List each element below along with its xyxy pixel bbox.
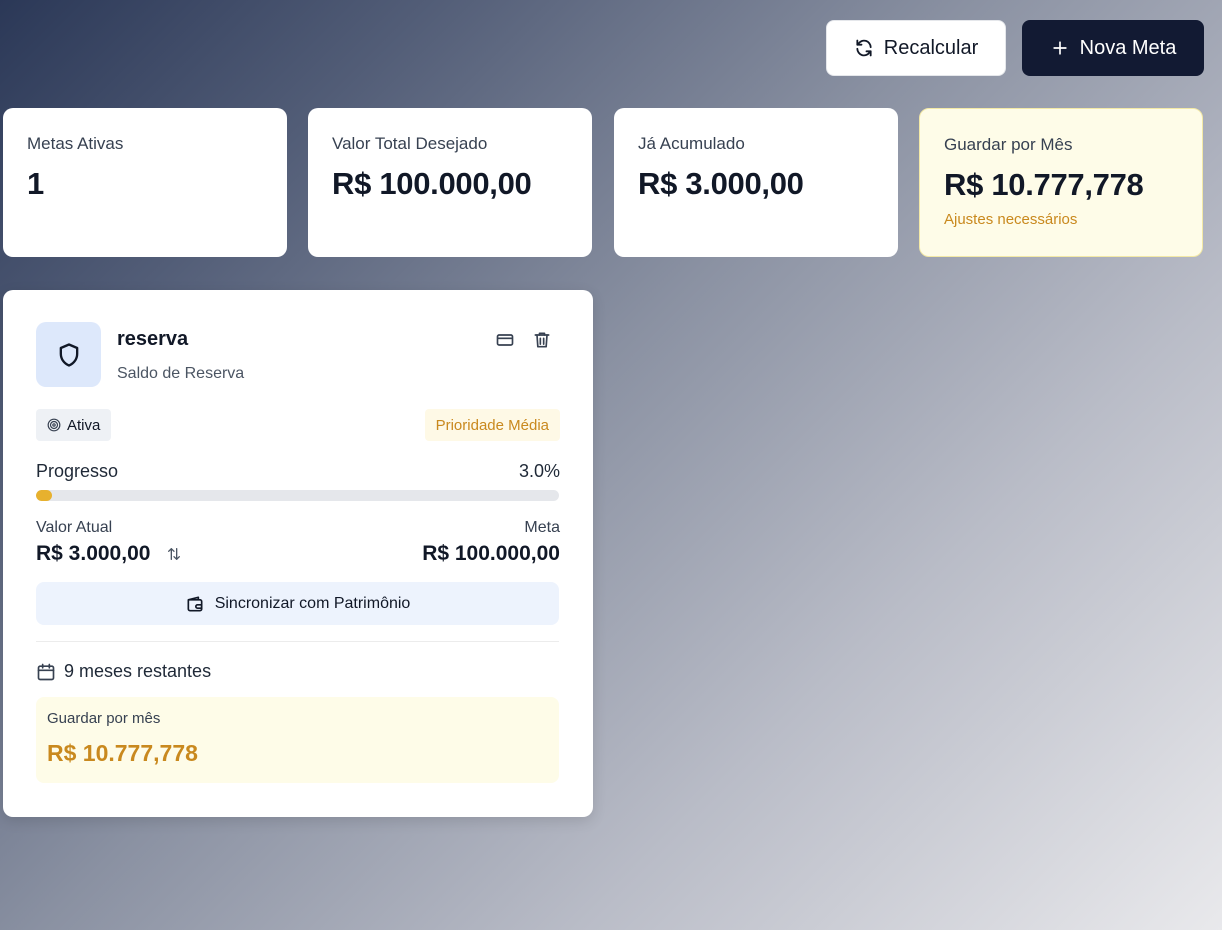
recalculate-label: Recalcular xyxy=(883,36,979,59)
remaining-time: 9 meses restantes xyxy=(36,661,211,682)
goal-type: Saldo de Reserva xyxy=(117,365,245,382)
trash-icon xyxy=(534,332,550,348)
monthly-save-value: R$ 10.777,778 xyxy=(47,740,198,766)
card-action-button[interactable] xyxy=(493,328,517,352)
stat-card-total-desired: Valor Total Desejado R$ 100.000,00 xyxy=(308,108,592,257)
remaining-text: 9 meses restantes xyxy=(64,661,212,681)
recalculate-button[interactable]: Recalcular xyxy=(826,20,1006,76)
current-value-text: R$ 3.000,00 xyxy=(36,542,151,565)
wallet-icon xyxy=(187,596,203,611)
arrows-up-down-icon[interactable] xyxy=(166,546,182,562)
new-goal-button[interactable]: Nova Meta xyxy=(1022,20,1204,76)
stat-value: R$ 10.777,778 xyxy=(944,167,1144,202)
status-badge: Ativa xyxy=(36,409,112,441)
new-goal-label: Nova Meta xyxy=(1079,36,1177,59)
target-icon xyxy=(47,418,61,432)
progress-percent: 3.0% xyxy=(518,461,560,481)
plus-icon xyxy=(1052,41,1067,55)
adjustment-note: Ajustes necessários xyxy=(944,211,1078,228)
credit-card-icon xyxy=(496,334,514,346)
sync-label: Sincronizar com Patrimônio xyxy=(214,594,411,612)
stat-card-accumulated: Já Acumulado R$ 3.000,00 xyxy=(614,108,898,257)
stat-card-monthly-save: Guardar por Mês R$ 10.777,778 Ajustes ne… xyxy=(919,108,1203,257)
progress-label: Progresso xyxy=(36,461,119,481)
sync-patrimony-button[interactable]: Sincronizar com Patrimônio xyxy=(36,582,559,625)
stat-label: Metas Ativas xyxy=(27,134,124,153)
stat-label: Valor Total Desejado xyxy=(332,134,488,153)
progress-fill xyxy=(36,490,52,501)
stat-value: R$ 3.000,00 xyxy=(638,166,804,201)
goal-card: reserva Saldo de Reserva Ativa Prioridad… xyxy=(3,290,593,817)
delete-goal-button[interactable] xyxy=(530,328,554,352)
stat-value: 1 xyxy=(27,166,44,201)
monthly-save-label: Guardar por mês xyxy=(47,710,161,727)
stat-value: R$ 100.000,00 xyxy=(332,166,532,201)
shield-icon xyxy=(59,342,78,367)
status-label: Ativa xyxy=(67,416,101,434)
monthly-save-box: Guardar por mês R$ 10.777,778 xyxy=(36,697,559,783)
current-value-label: Valor Atual xyxy=(36,519,113,536)
target-value: R$ 100.000,00 xyxy=(422,542,560,565)
progress-bar xyxy=(36,490,559,501)
stat-label: Guardar por Mês xyxy=(944,135,1073,154)
current-value: R$ 3.000,00 xyxy=(36,542,182,566)
divider xyxy=(36,641,559,642)
priority-badge: Prioridade Média xyxy=(424,409,560,441)
calendar-icon xyxy=(37,663,55,680)
goal-name: reserva xyxy=(117,328,189,350)
refresh-icon xyxy=(856,39,872,57)
goal-icon-box xyxy=(36,322,101,387)
stat-label: Já Acumulado xyxy=(638,134,745,153)
stat-card-active-goals: Metas Ativas 1 xyxy=(3,108,287,257)
target-value-label: Meta xyxy=(524,519,560,536)
